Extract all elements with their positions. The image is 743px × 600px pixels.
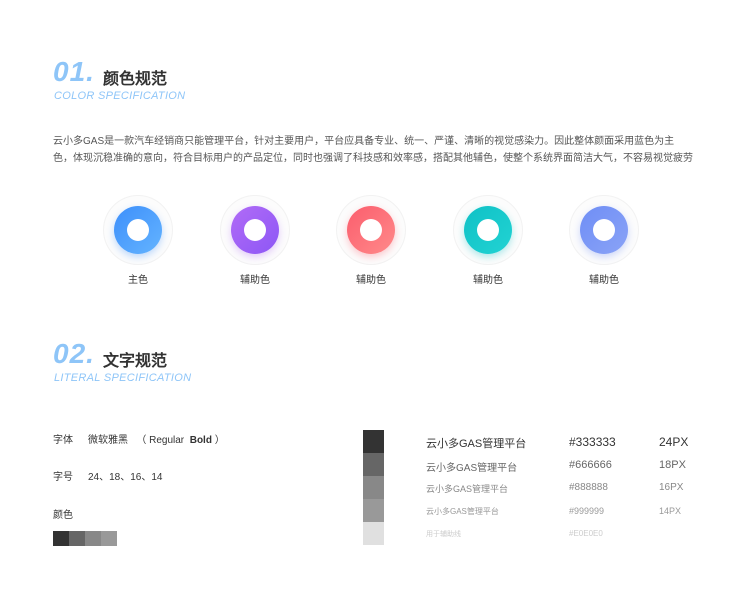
swatch-circle — [580, 206, 628, 254]
color-swatch: 辅助色 — [451, 195, 525, 286]
swatch-label: 主色 — [128, 275, 148, 286]
swatch-label: 辅助色 — [356, 275, 386, 286]
type-style-hex: #888888 — [569, 482, 608, 493]
swatch-circle — [114, 206, 162, 254]
type-style-sample: 云小多GAS管理平台 — [426, 463, 518, 474]
type-style-sample: 云小多GAS管理平台 — [426, 507, 499, 516]
mini-color-strip — [53, 531, 117, 546]
type-style-size: 18PX — [659, 459, 686, 471]
type-style-hex: #E0E0E0 — [569, 529, 603, 538]
swatch-center — [593, 219, 615, 241]
section-subtitle-color: COLOR SPECIFICATION — [54, 90, 186, 102]
font-family-name: 微软雅黑 — [88, 435, 128, 446]
section-title-color: 颜色规范 — [103, 71, 168, 88]
gray-bar-cell — [363, 430, 384, 453]
type-style-sample: 用于辅助线 — [426, 531, 461, 538]
size-value: 24、18、16、14 — [88, 472, 163, 483]
mini-color-chip — [85, 531, 101, 546]
swatch-halo — [336, 195, 406, 265]
swatch-circle — [231, 206, 279, 254]
font-weight-bold: Bold — [189, 435, 212, 446]
type-style-sample: 云小多GAS管理平台 — [426, 438, 527, 450]
gray-bar-cell — [363, 453, 384, 476]
swatch-center — [244, 219, 266, 241]
color-swatch: 辅助色 — [218, 195, 292, 286]
swatch-halo — [103, 195, 173, 265]
swatch-label: 辅助色 — [589, 275, 619, 286]
type-style-size: 14PX — [659, 506, 682, 516]
type-style-size: 16PX — [659, 482, 684, 493]
swatch-halo — [220, 195, 290, 265]
section-number-text: 02. — [53, 338, 95, 369]
color-swatch: 主色 — [101, 195, 175, 286]
swatch-halo — [453, 195, 523, 265]
type-style-hex: #333333 — [569, 435, 616, 449]
section-number-color: 01. — [53, 56, 95, 87]
color-description: 云小多GAS是一款汽车经销商只能管理平台，针对主要用户，平台应具备专业、统一、严… — [53, 136, 693, 164]
font-weights-close: ） — [214, 435, 225, 446]
swatch-circle — [347, 206, 395, 254]
font-label: 字体 — [53, 435, 73, 446]
mini-color-chip — [69, 531, 85, 546]
swatch-label: 辅助色 — [473, 275, 503, 286]
mini-color-chip — [53, 531, 69, 546]
gray-bar-cell — [363, 476, 384, 499]
gray-bar-cell — [363, 499, 384, 522]
swatch-circle — [464, 206, 512, 254]
type-style-hex: #999999 — [569, 506, 605, 516]
swatch-halo — [569, 195, 639, 265]
color-swatch: 辅助色 — [334, 195, 408, 286]
swatch-center — [127, 219, 149, 241]
gray-bar-cell — [363, 522, 384, 545]
swatch-label: 辅助色 — [240, 275, 270, 286]
section-title-text: 文字规范 — [103, 353, 168, 370]
type-style-size: 24PX — [659, 435, 689, 449]
size-label: 字号 — [53, 472, 73, 483]
mini-color-chip — [101, 531, 117, 546]
color-swatch: 辅助色 — [567, 195, 641, 286]
color-label: 颜色 — [53, 510, 73, 521]
font-value: 微软雅黑 （ Regular Bold ） — [88, 431, 225, 446]
font-weights-open: （ Regular — [136, 435, 185, 446]
section-subtitle-text: LITERAL SPECIFICATION — [54, 372, 192, 384]
type-style-hex: #666666 — [569, 459, 612, 471]
gray-color-bar — [363, 430, 384, 545]
swatch-center — [477, 219, 499, 241]
swatch-center — [360, 219, 382, 241]
type-style-sample: 云小多GAS管理平台 — [426, 484, 509, 494]
